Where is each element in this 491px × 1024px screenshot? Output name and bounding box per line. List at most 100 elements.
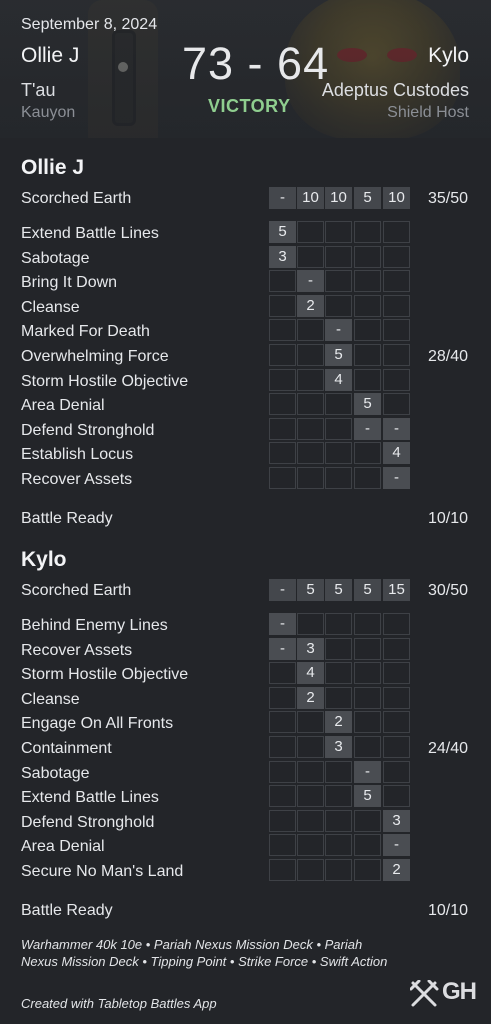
secondary-round-cell — [325, 834, 352, 857]
secondary-round-cell — [325, 637, 352, 660]
secondary-mission-label: Containment — [21, 740, 112, 757]
secondary-round-cell — [383, 270, 410, 293]
secondary-mission-label: Behind Enemy Lines — [21, 617, 168, 634]
secondary-round-cell — [383, 221, 410, 243]
secondary-round-cell: 3 — [297, 637, 324, 660]
secondary-round-cell — [297, 467, 324, 489]
final-score: 73 - 64 — [182, 38, 330, 89]
secondary-round-cell — [325, 686, 352, 709]
primary-round-score: 5 — [354, 187, 381, 209]
secondary-round-cell — [269, 859, 296, 881]
secondary-round-cell — [297, 319, 324, 342]
secondary-round-cell — [354, 442, 381, 465]
secondary-round-cell — [354, 270, 381, 293]
player2-detachment: Shield Host — [387, 104, 469, 121]
secondary-round-cell — [325, 417, 352, 440]
secondary-round-cell: 4 — [383, 442, 410, 465]
secondary-round-cell — [325, 270, 352, 293]
result-label: VICTORY — [208, 96, 291, 116]
secondary-round-cell — [269, 662, 296, 685]
secondary-round-cell — [354, 319, 381, 342]
secondary-mission-label: Overwhelming Force — [21, 348, 169, 365]
secondary-round-cell — [269, 760, 296, 783]
battle-ready-total: 10/10 — [427, 901, 468, 919]
player-section-title: Ollie J — [21, 156, 85, 179]
player1-detachment: Kauyon — [21, 104, 76, 121]
secondary-round-cell — [354, 662, 381, 685]
secondary-round-cell — [297, 736, 324, 758]
game-info: Warhammer 40k 10e • Pariah Nexus Mission… — [21, 937, 388, 969]
secondary-round-cell — [383, 662, 410, 685]
secondary-round-cell: - — [297, 270, 324, 293]
secondary-round-cell — [383, 344, 410, 366]
secondary-round-cell — [354, 859, 381, 881]
match-header: September 8, 2024 Ollie J Kylo 73 - 64 T… — [0, 0, 491, 138]
secondary-mission-label: Bring It Down — [21, 274, 118, 292]
secondary-round-cell: - — [269, 613, 296, 635]
secondary-round-cell: - — [383, 834, 410, 857]
secondary-mission-label: Engage On All Fronts — [21, 715, 174, 733]
secondary-round-cell: 3 — [325, 736, 352, 758]
secondary-round-cell — [269, 711, 296, 734]
secondary-round-cell — [297, 613, 324, 635]
secondary-round-cell — [297, 245, 324, 268]
secondary-round-cell — [383, 736, 410, 758]
secondary-round-cell: - — [325, 319, 352, 342]
secondary-round-cell — [354, 294, 381, 317]
secondary-round-cell — [269, 417, 296, 440]
secondary-round-cell — [383, 711, 410, 734]
secondary-round-cell — [354, 834, 381, 857]
secondary-mission-label: Storm Hostile Objective — [21, 372, 189, 390]
secondary-round-cell: - — [383, 467, 410, 489]
secondary-round-cell — [297, 785, 324, 808]
primary-round-score: 5 — [354, 579, 381, 601]
secondary-round-cell — [325, 809, 352, 832]
secondary-round-cell — [269, 368, 296, 391]
secondary-mission-label: Sabotage — [21, 249, 90, 267]
secondary-round-cell — [325, 859, 352, 881]
secondary-round-cell — [297, 760, 324, 783]
secondary-round-cell — [354, 613, 381, 635]
secondary-round-cell — [325, 467, 352, 489]
secondary-round-cell — [297, 809, 324, 832]
player-section-title: Kylo — [21, 548, 67, 571]
player2-faction: Adeptus Custodes — [321, 80, 469, 100]
secondary-round-cell — [297, 417, 324, 440]
secondary-round-cell — [297, 442, 324, 465]
secondary-mission-label: Cleanse — [21, 298, 80, 316]
secondary-round-cell — [354, 809, 381, 832]
primary-round-score: 15 — [383, 579, 410, 601]
primary-round-score: 10 — [297, 187, 324, 209]
secondary-mission-label: Establish Locus — [21, 446, 134, 464]
secondary-round-cell — [325, 662, 352, 685]
secondary-round-cell — [325, 760, 352, 783]
secondary-round-cell: 2 — [325, 711, 352, 734]
secondary-round-cell: 2 — [297, 686, 324, 709]
secondary-round-cell — [383, 785, 410, 808]
secondary-round-cell: 2 — [297, 294, 324, 317]
secondary-round-cell — [383, 637, 410, 660]
secondary-round-cell: 4 — [297, 662, 324, 685]
secondary-round-cell — [269, 686, 296, 709]
secondary-round-cell — [354, 344, 381, 366]
secondary-round-cell — [354, 736, 381, 758]
secondary-round-cell — [325, 294, 352, 317]
secondary-round-cell — [383, 613, 410, 635]
secondary-round-cell — [269, 442, 296, 465]
secondary-mission-label: Storm Hostile Objective — [21, 666, 189, 684]
secondary-round-cell — [354, 368, 381, 391]
secondary-mission-label: Area Denial — [21, 397, 105, 415]
secondary-round-cell — [269, 834, 296, 857]
secondary-mission-label: Marked For Death — [21, 323, 150, 341]
secondary-mission-label: Recover Assets — [21, 641, 133, 659]
battle-ready-total: 10/10 — [427, 509, 468, 527]
secondary-round-cell — [354, 686, 381, 709]
primary-round-score: 10 — [325, 187, 352, 209]
secondary-round-cell — [269, 270, 296, 293]
secondary-round-cell: 3 — [269, 245, 296, 268]
secondary-round-cell — [354, 711, 381, 734]
secondary-round-cell — [269, 319, 296, 342]
secondary-round-cell: - — [354, 760, 381, 783]
secondary-mission-label: Defend Stronghold — [21, 813, 155, 831]
secondary-round-cell: 2 — [383, 859, 410, 881]
